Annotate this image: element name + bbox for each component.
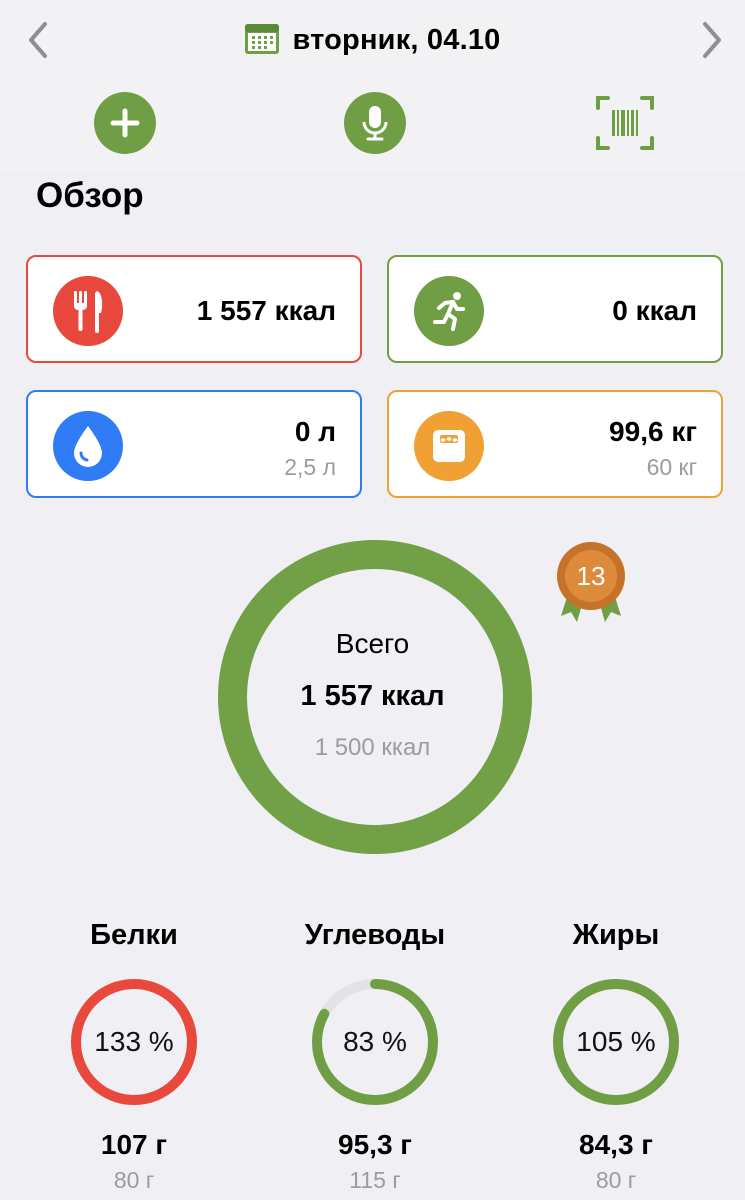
- macro-carbs-goal: 115 г: [349, 1167, 401, 1193]
- macro-fats-percent: 105 %: [576, 1026, 656, 1057]
- date-label: вторник, 04.10: [292, 23, 501, 56]
- activity-calories-value: 0 ккал: [612, 295, 697, 326]
- macro-fats-value: 84,3 г: [579, 1129, 653, 1160]
- water-value: 0 л: [294, 416, 336, 447]
- calendar-icon: [244, 21, 280, 60]
- macro-protein-name: Белки: [90, 919, 178, 951]
- macro-protein-goal: 80 г: [113, 1167, 155, 1193]
- chevron-right-icon[interactable]: [690, 18, 734, 62]
- weight-card[interactable]: 99,6 кг 60 кг: [387, 390, 723, 498]
- weight-value: 99,6 кг: [609, 416, 697, 447]
- water-card[interactable]: 0 л 2,5 л: [26, 390, 362, 498]
- activity-calories-card[interactable]: 0 ккал: [387, 255, 723, 363]
- top-bar: вторник, 04.10: [0, 0, 745, 172]
- macro-carbs-name: Углеводы: [304, 919, 446, 951]
- streak-badge-count: 13: [576, 561, 606, 591]
- food-calories-card[interactable]: 1 557 ккал: [26, 255, 362, 363]
- macro-protein-value: 107 г: [100, 1129, 168, 1160]
- macro-fats[interactable]: Жиры 105 % 84,3 г 80 г: [516, 915, 716, 1194]
- macro-carbs[interactable]: Углеводы 83 % 95,3 г 115 г: [275, 915, 475, 1194]
- barcode-scan-button[interactable]: [594, 92, 656, 154]
- running-icon: [414, 276, 484, 346]
- weight-goal: 60 кг: [646, 454, 697, 480]
- date-selector[interactable]: вторник, 04.10: [0, 20, 745, 60]
- macro-protein[interactable]: Белки 133 % 107 г 80 г: [34, 915, 234, 1194]
- food-calories-value: 1 557 ккал: [196, 295, 336, 326]
- streak-badge[interactable]: 13: [553, 540, 629, 630]
- macro-carbs-percent: 83 %: [343, 1026, 407, 1057]
- macro-fats-goal: 80 г: [595, 1167, 637, 1193]
- add-button[interactable]: [94, 92, 156, 154]
- scale-icon: [414, 411, 484, 481]
- barcode-scan-icon: [596, 96, 654, 150]
- total-calories-goal: 1 500 ккал: [314, 734, 431, 761]
- water-drop-icon: [53, 411, 123, 481]
- macro-fats-name: Жиры: [572, 919, 660, 951]
- total-calories-value: 1 557 ккал: [300, 680, 445, 712]
- microphone-icon: [362, 106, 388, 141]
- add-icon: [110, 108, 140, 138]
- voice-input-button[interactable]: [344, 92, 406, 154]
- total-label: Всего: [335, 628, 410, 659]
- water-goal: 2,5 л: [284, 454, 336, 480]
- macro-protein-percent: 133 %: [94, 1026, 174, 1057]
- macro-carbs-value: 95,3 г: [338, 1129, 412, 1160]
- fork-knife-icon: [53, 276, 123, 346]
- overview-title: Обзор: [36, 176, 144, 215]
